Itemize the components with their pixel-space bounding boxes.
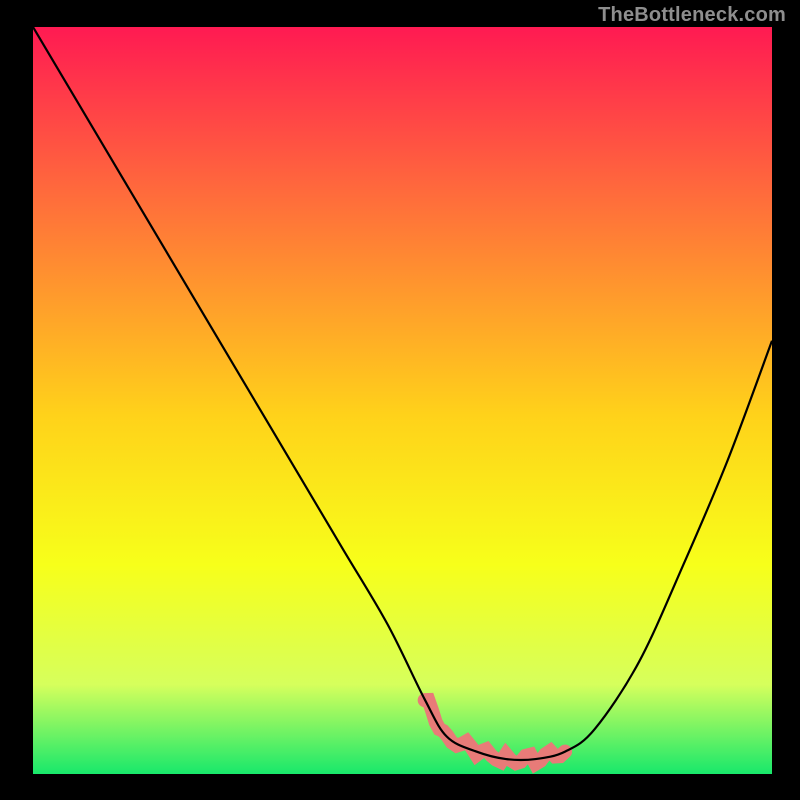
- chart-frame: TheBottleneck.com: [0, 0, 800, 800]
- gradient-background: [33, 27, 772, 774]
- watermark-text: TheBottleneck.com: [598, 4, 786, 27]
- bottleneck-chart: [0, 0, 800, 800]
